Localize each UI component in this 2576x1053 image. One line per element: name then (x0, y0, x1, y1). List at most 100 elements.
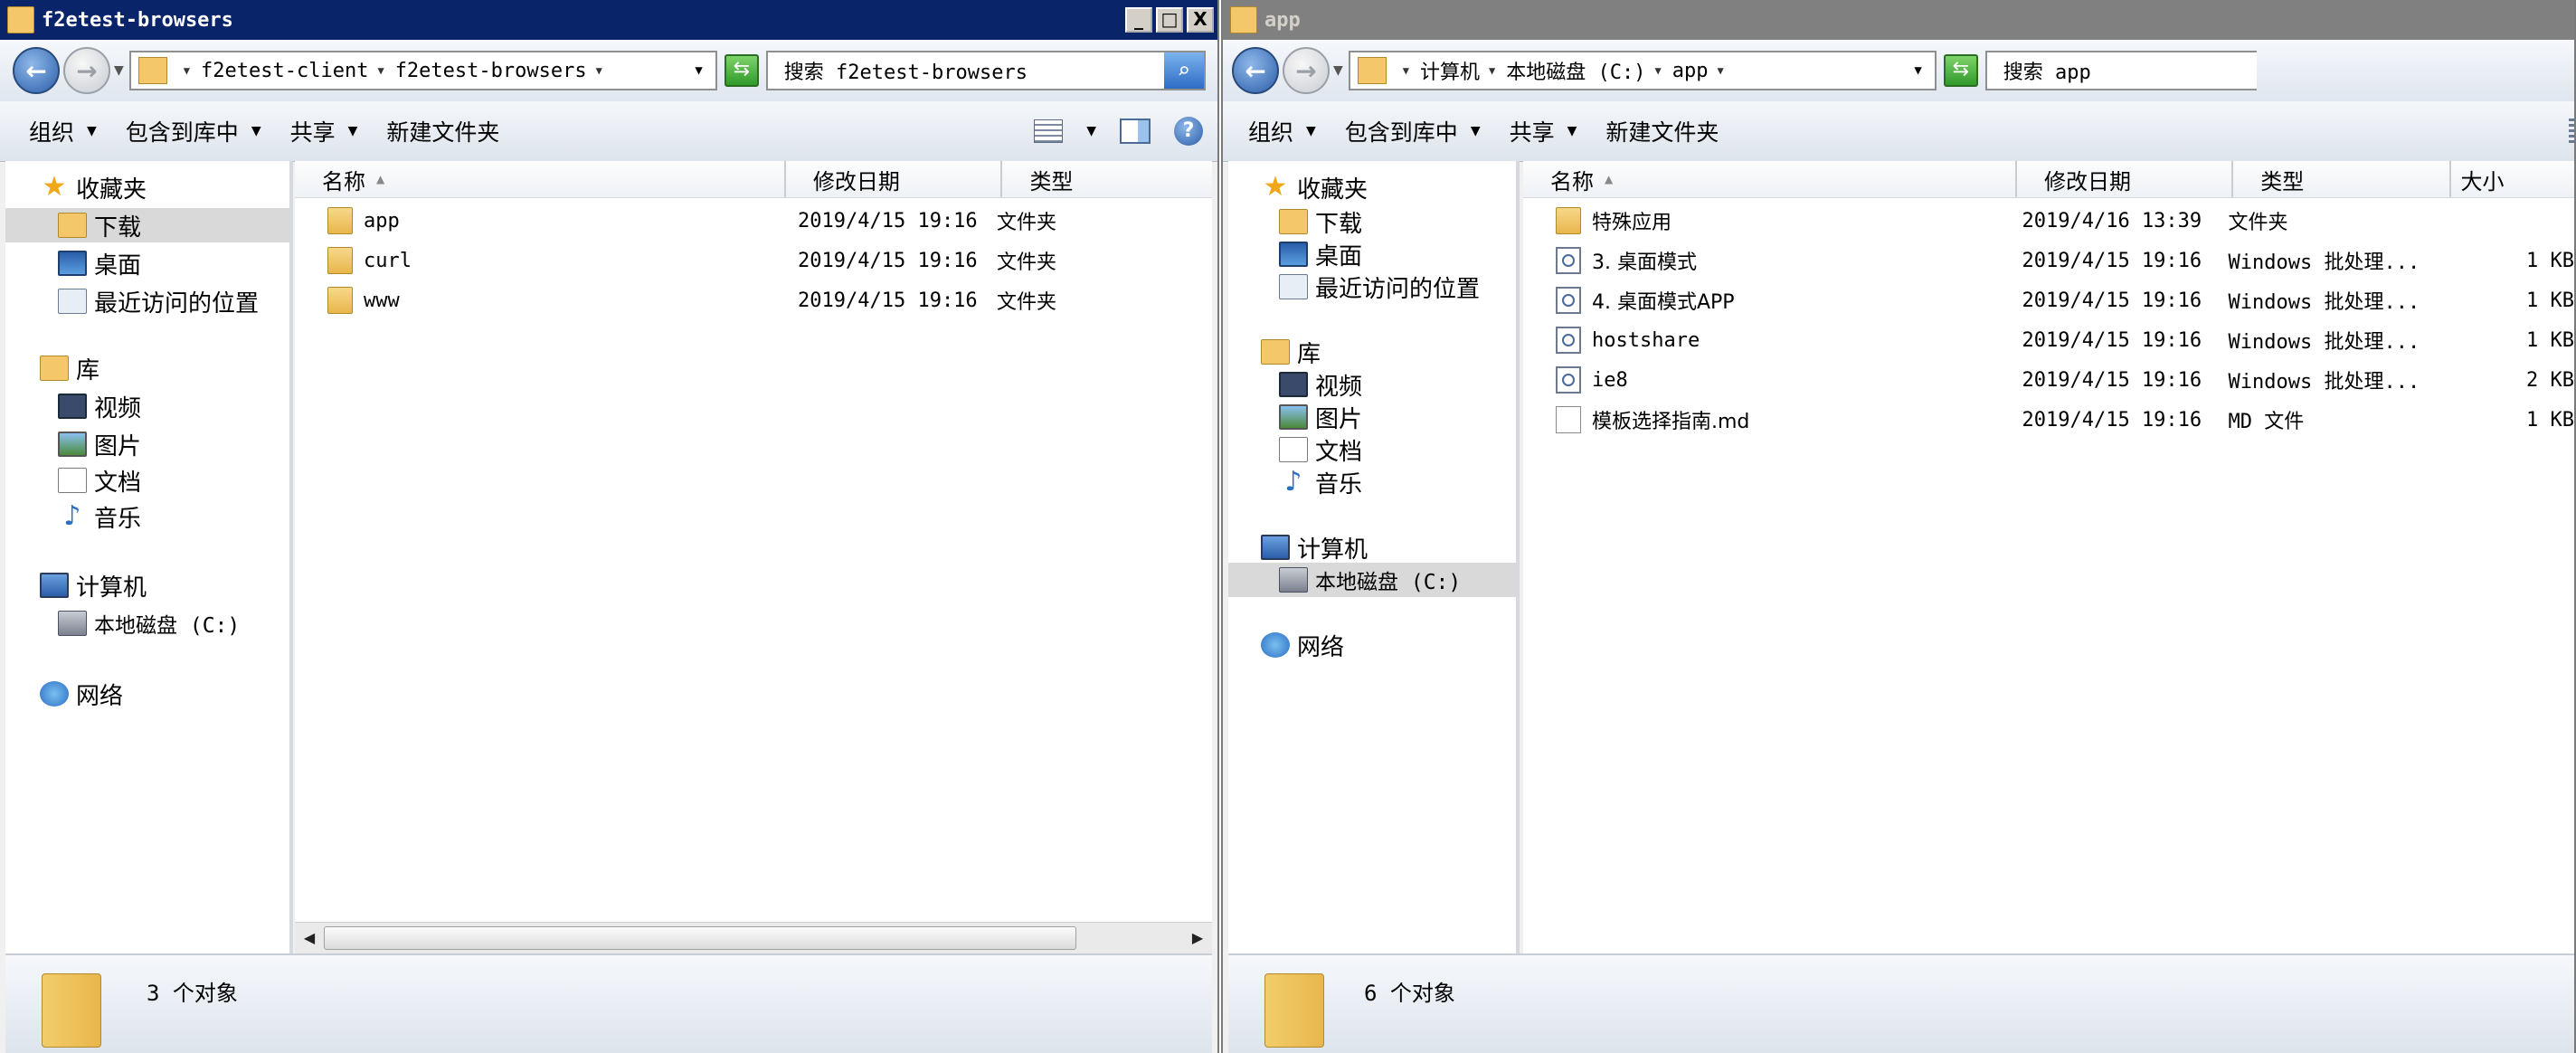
nav-item-videos[interactable]: 视频 (5, 389, 289, 423)
back-button[interactable]: ← (1232, 47, 1279, 94)
nav-item-local-disk[interactable]: 本地磁盘 (C:) (1228, 563, 1516, 597)
breadcrumb-item[interactable]: f2etest-client (201, 60, 368, 82)
column-header-type[interactable]: 类型 (2233, 161, 2452, 197)
column-header-size[interactable]: 大小 (2451, 161, 2574, 197)
title-bar[interactable]: app (1223, 0, 2574, 40)
address-dropdown-icon[interactable]: ▼ (695, 63, 702, 78)
breadcrumb-item[interactable]: app (1672, 60, 1709, 82)
breadcrumb-chevron-icon[interactable]: ▼ (1489, 64, 1495, 77)
breadcrumb-chevron-icon[interactable]: ▼ (596, 64, 602, 77)
file-row[interactable]: hostshare 2019/4/15 19:16 Windows 批处理...… (1523, 320, 2574, 360)
breadcrumb-chevron-icon[interactable]: ▼ (1717, 64, 1723, 77)
maximize-button[interactable]: □ (1156, 7, 1183, 33)
nav-label: 本地磁盘 (C:) (94, 614, 241, 638)
file-type: 文件夹 (997, 251, 1057, 274)
nav-label: 图片 (1315, 405, 1363, 433)
nav-item-desktop[interactable]: 桌面 (5, 246, 289, 280)
nav-item-videos[interactable]: 视频 (1228, 367, 1516, 402)
refresh-button[interactable]: ⇆ (724, 54, 759, 87)
new-folder-button[interactable]: 新建文件夹 (1605, 115, 1719, 147)
breadcrumb-chevron-icon[interactable]: ▼ (184, 64, 190, 77)
file-row[interactable]: 特殊应用 2019/4/16 13:39 文件夹 (1523, 201, 2574, 241)
nav-item-documents[interactable]: 文档 (1228, 432, 1516, 467)
nav-item-desktop[interactable]: 桌面 (1228, 237, 1516, 271)
column-header-date[interactable]: 修改日期 (786, 161, 1003, 197)
scroll-right-icon[interactable]: ▶ (1187, 926, 1208, 950)
search-icon[interactable]: ⌕ (1163, 52, 1204, 89)
horizontal-scrollbar[interactable]: ◀ ▶ (295, 922, 1212, 953)
chevron-down-icon: ▼ (1470, 124, 1481, 138)
nav-item-music[interactable]: ♪ 音乐 (1228, 465, 1516, 499)
share-menu[interactable]: 共享 ▼ (1510, 115, 1577, 147)
scroll-left-icon[interactable]: ◀ (298, 926, 320, 950)
nav-item-downloads[interactable]: 下载 (5, 208, 289, 242)
nav-computer[interactable]: 计算机 (1228, 530, 1516, 564)
nav-network[interactable]: 网络 (1228, 628, 1516, 662)
title-bar[interactable]: f2etest-browsers _ □ X (0, 0, 1217, 40)
nav-item-pictures[interactable]: 图片 (1228, 400, 1516, 434)
nav-item-music[interactable]: ♪ 音乐 (5, 499, 289, 534)
file-row[interactable]: www 2019/4/15 19:16 文件夹 (295, 280, 1212, 320)
column-header-name[interactable]: 名称 ▲ (1523, 161, 2018, 197)
new-folder-button[interactable]: 新建文件夹 (386, 115, 499, 147)
breadcrumb-item[interactable]: 计算机 (1420, 56, 1480, 85)
breadcrumb-chevron-icon[interactable]: ▼ (377, 64, 384, 77)
chevron-down-icon[interactable]: ▼ (1086, 124, 1096, 138)
address-bar[interactable]: ▼ f2etest-client ▼ f2etest-browsers ▼ ▼ (128, 51, 717, 90)
file-row[interactable]: 模板选择指南.md 2019/4/15 19:16 MD 文件 1 KB (1523, 400, 2574, 440)
nav-favorites[interactable]: ★ 收藏夹 (1228, 170, 1516, 204)
sort-ascending-icon: ▲ (1605, 173, 1614, 185)
toolbar-overflow-icon[interactable] (2569, 119, 2574, 144)
close-button[interactable]: X (1187, 7, 1214, 33)
search-input[interactable]: 搜索 f2etest-browsers ⌕ (765, 51, 1206, 90)
file-row[interactable]: curl 2019/4/15 19:16 文件夹 (295, 241, 1212, 280)
recent-pages-dropdown[interactable]: ▼ (1333, 63, 1343, 78)
column-header-name[interactable]: 名称 ▲ (295, 161, 786, 197)
breadcrumb-item[interactable]: f2etest-browsers (395, 60, 587, 82)
minimize-button[interactable]: _ (1125, 7, 1152, 33)
scrollbar-thumb[interactable] (324, 926, 1076, 950)
nav-item-pictures[interactable]: 图片 (5, 427, 289, 461)
forward-button[interactable]: → (1283, 47, 1330, 94)
nav-item-downloads[interactable]: 下载 (1228, 204, 1516, 239)
chevron-down-icon: ▼ (1567, 124, 1577, 138)
address-bar[interactable]: ▼ 计算机 ▼ 本地磁盘 (C:) ▼ app ▼ ▼ (1348, 51, 1937, 90)
refresh-button[interactable]: ⇆ (1943, 54, 1978, 87)
include-in-library-menu[interactable]: 包含到库中 ▼ (126, 115, 261, 147)
nav-item-local-disk[interactable]: 本地磁盘 (C:) (5, 606, 289, 640)
column-header-date[interactable]: 修改日期 (2017, 161, 2234, 197)
nav-network[interactable]: 网络 (5, 677, 289, 711)
organize-menu[interactable]: 组织 ▼ (29, 115, 97, 147)
nav-libraries[interactable]: 库 (1228, 335, 1516, 369)
breadcrumb-chevron-icon[interactable]: ▼ (1655, 64, 1662, 77)
file-row[interactable]: ie8 2019/4/15 19:16 Windows 批处理... 2 KB (1523, 360, 2574, 400)
nav-item-documents[interactable]: 文档 (5, 463, 289, 498)
nav-item-recent-places[interactable]: 最近访问的位置 (5, 284, 289, 318)
search-input[interactable]: 搜索 app (1984, 51, 2257, 90)
nav-favorites[interactable]: ★ 收藏夹 (5, 170, 289, 204)
address-dropdown-icon[interactable]: ▼ (1914, 63, 1921, 78)
library-icon (40, 356, 69, 381)
organize-menu[interactable]: 组织 ▼ (1248, 115, 1316, 147)
file-row[interactable]: 4. 桌面模式APP 2019/4/15 19:16 Windows 批处理..… (1523, 280, 2574, 320)
nav-computer[interactable]: 计算机 (5, 568, 289, 602)
column-header-type[interactable]: 类型 (1002, 161, 1212, 197)
nav-libraries[interactable]: 库 (5, 351, 289, 385)
breadcrumb-item[interactable]: 本地磁盘 (C:) (1506, 56, 1645, 85)
nav-item-recent-places[interactable]: 最近访问的位置 (1228, 270, 1516, 304)
downloads-folder-icon (1279, 209, 1308, 234)
back-button[interactable]: ← (13, 47, 60, 94)
file-row[interactable]: 3. 桌面模式 2019/4/15 19:16 Windows 批处理... 1… (1523, 241, 2574, 280)
file-row[interactable]: app 2019/4/15 19:16 文件夹 (295, 201, 1212, 241)
preview-pane-icon[interactable] (1120, 119, 1151, 144)
help-icon[interactable]: ? (1174, 117, 1203, 146)
include-in-library-menu[interactable]: 包含到库中 ▼ (1345, 115, 1481, 147)
file-date: 2019/4/15 19:16 (798, 289, 978, 312)
forward-button[interactable]: → (63, 47, 110, 94)
view-options-icon[interactable] (1034, 119, 1064, 143)
share-menu[interactable]: 共享 ▼ (290, 115, 358, 147)
breadcrumb-chevron-icon[interactable]: ▼ (1403, 64, 1409, 77)
recent-pages-dropdown[interactable]: ▼ (114, 63, 124, 78)
new-folder-label: 新建文件夹 (386, 119, 500, 146)
video-icon (1279, 372, 1308, 397)
